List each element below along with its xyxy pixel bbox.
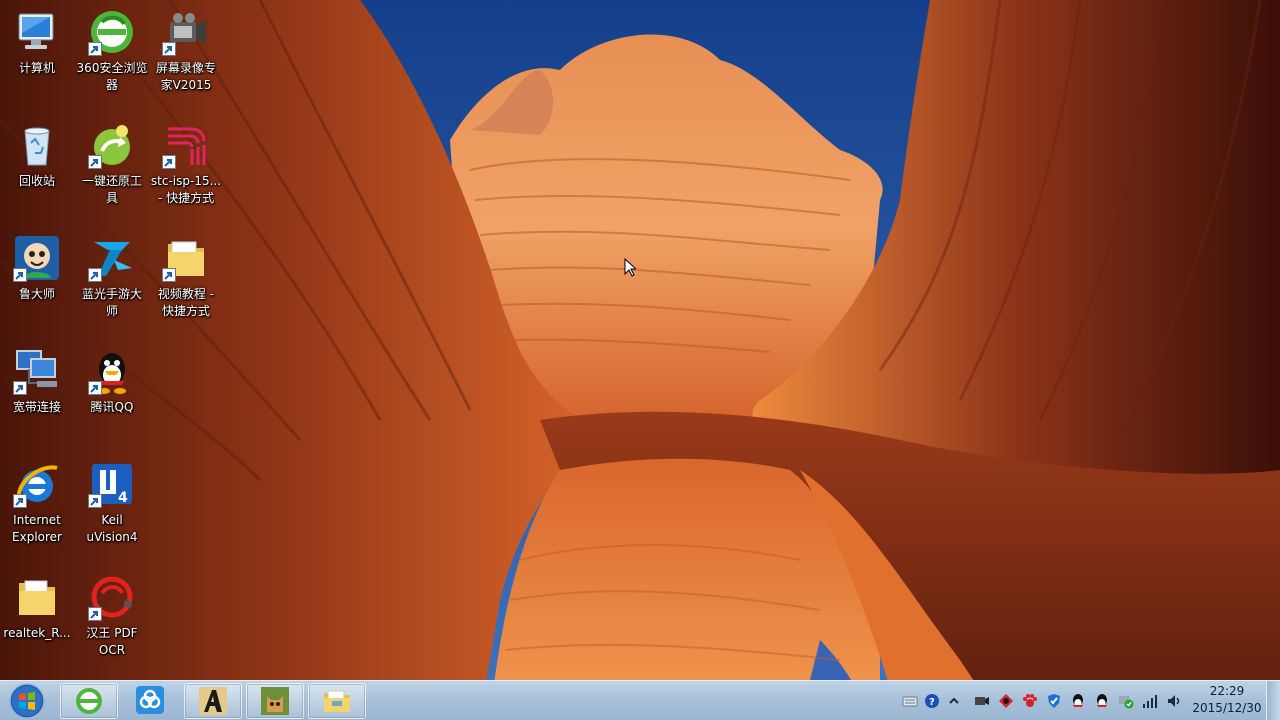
- desktop-icon-video-tutorial[interactable]: 视频教程 - 快捷方式: [149, 234, 223, 320]
- desktop-icon-label: Keil uVision4: [86, 513, 138, 544]
- help-icon[interactable]: ?: [924, 693, 940, 709]
- cat-photo-app-icon: [261, 687, 289, 715]
- computer-icon: [18, 13, 54, 49]
- desktop-icon-label: 一键还原工 具: [81, 174, 142, 205]
- desktop-icon-label: 宽带连接: [12, 400, 61, 414]
- taskbar: ? 22:29 2015/12/30: [0, 680, 1280, 720]
- desktop-icon-label: 屏幕录像专 家V2015: [155, 61, 216, 92]
- paw-tray-icon[interactable]: [1022, 693, 1038, 709]
- desktop-icon-computer[interactable]: 计算机: [0, 8, 74, 77]
- shortcut-arrow-icon: [88, 42, 102, 56]
- desktop-icon-label: 360安全浏览 器: [76, 61, 148, 92]
- desktop-icon-stc-isp[interactable]: stc-isp-15... - 快捷方式: [149, 121, 223, 207]
- qq-tray-icon-2[interactable]: [1094, 693, 1110, 709]
- desktop-icon-label: stc-isp-15... - 快捷方式: [150, 174, 222, 205]
- system-tray: ?: [900, 681, 1190, 720]
- desktop-icon-label: 汉王 PDF OCR: [86, 626, 138, 657]
- desktop-icon-broadband[interactable]: 宽带连接: [0, 347, 74, 416]
- qq-tray-icon[interactable]: [1070, 693, 1086, 709]
- svg-text:?: ?: [929, 697, 935, 708]
- desktop-icon-360-browser[interactable]: 360安全浏览 器: [75, 8, 149, 94]
- network-secure-icon[interactable]: [1118, 693, 1134, 709]
- desktop-icon-restore-tool[interactable]: 一键还原工 具: [75, 121, 149, 207]
- shortcut-arrow-icon: [88, 268, 102, 282]
- clock[interactable]: 22:29 2015/12/30: [1190, 683, 1264, 719]
- desktop-icon-qq[interactable]: 腾讯QQ: [75, 347, 149, 416]
- desktop-icon-hanwang-ocr[interactable]: 汉王 PDF OCR: [75, 573, 149, 659]
- desktop-icon-screen-recorder[interactable]: 屏幕录像专 家V2015: [149, 8, 223, 94]
- file-explorer-icon: [324, 690, 350, 712]
- taskbar-item-baidu-cloud[interactable]: [122, 683, 180, 719]
- volume-icon[interactable]: [1166, 693, 1182, 709]
- shortcut-arrow-icon: [88, 155, 102, 169]
- recorder-tray-icon[interactable]: [974, 693, 990, 709]
- shield-tray-icon[interactable]: [1046, 693, 1062, 709]
- desktop-icon-ludashi[interactable]: 鲁大师: [0, 234, 74, 303]
- taskbar-item-360-browser[interactable]: [60, 683, 118, 719]
- desktop-icon-label: 鲁大师: [18, 287, 55, 301]
- clock-time: 22:29: [1209, 684, 1245, 698]
- windows-start-icon: [9, 683, 45, 719]
- clock-date: 2015/12/30: [1192, 701, 1262, 715]
- baidu-cloud-icon: [136, 686, 164, 714]
- shortcut-arrow-icon: [88, 494, 102, 508]
- shortcut-arrow-icon: [162, 42, 176, 56]
- desktop-icon-label: Internet Explorer: [12, 513, 62, 544]
- shortcut-arrow-icon: [13, 381, 27, 395]
- desktop-icon-recycle-bin[interactable]: 回收站: [0, 121, 74, 190]
- desktop-icon-label: 计算机: [18, 61, 55, 75]
- show-hidden-icons-icon[interactable]: [946, 693, 962, 709]
- desktop-icon-label: 蓝光手游大 师: [81, 287, 142, 318]
- desktop-icon-label: 腾讯QQ: [90, 400, 134, 414]
- desktop-icon-internet-explorer[interactable]: Internet Explorer: [0, 460, 74, 546]
- show-desktop-button[interactable]: [1266, 681, 1280, 720]
- shortcut-arrow-icon: [13, 494, 27, 508]
- recycle-bin-icon: [24, 127, 50, 166]
- desktop[interactable]: 计算机 360安全浏览 器 屏幕录像专 家V2015 回收站 一键还原工 具 s…: [0, 0, 1280, 720]
- taskbar-item-altium-designer[interactable]: [184, 683, 242, 719]
- 360-browser-icon: [76, 688, 102, 714]
- mouse-cursor-icon: [624, 258, 636, 277]
- svg-text:4: 4: [118, 490, 128, 506]
- shortcut-arrow-icon: [13, 268, 27, 282]
- desktop-icon-realtek-folder[interactable]: realtek_R...: [0, 573, 74, 642]
- desktop-icon-label: realtek_R...: [3, 626, 71, 640]
- taskbar-item-file-explorer[interactable]: [308, 683, 366, 719]
- shortcut-arrow-icon: [162, 268, 176, 282]
- desktop-icon-label: 视频教程 - 快捷方式: [157, 287, 215, 318]
- shortcut-arrow-icon: [88, 381, 102, 395]
- wallpaper: [0, 0, 1280, 720]
- desktop-icon-label: 回收站: [18, 174, 55, 188]
- shortcut-arrow-icon: [88, 607, 102, 621]
- desktop-icon-mobile-game-master[interactable]: 蓝光手游大 师: [75, 234, 149, 320]
- keyboard-icon[interactable]: [902, 693, 918, 709]
- desktop-icon-keil[interactable]: 4 Keil uVision4: [75, 460, 149, 546]
- security-tray-icon[interactable]: [998, 693, 1014, 709]
- signal-icon[interactable]: [1142, 693, 1158, 709]
- taskbar-item-cat-photo[interactable]: [246, 683, 304, 719]
- start-button[interactable]: [4, 682, 50, 720]
- shortcut-arrow-icon: [162, 155, 176, 169]
- folder-icon: [19, 580, 55, 615]
- altium-designer-icon: [199, 687, 227, 715]
